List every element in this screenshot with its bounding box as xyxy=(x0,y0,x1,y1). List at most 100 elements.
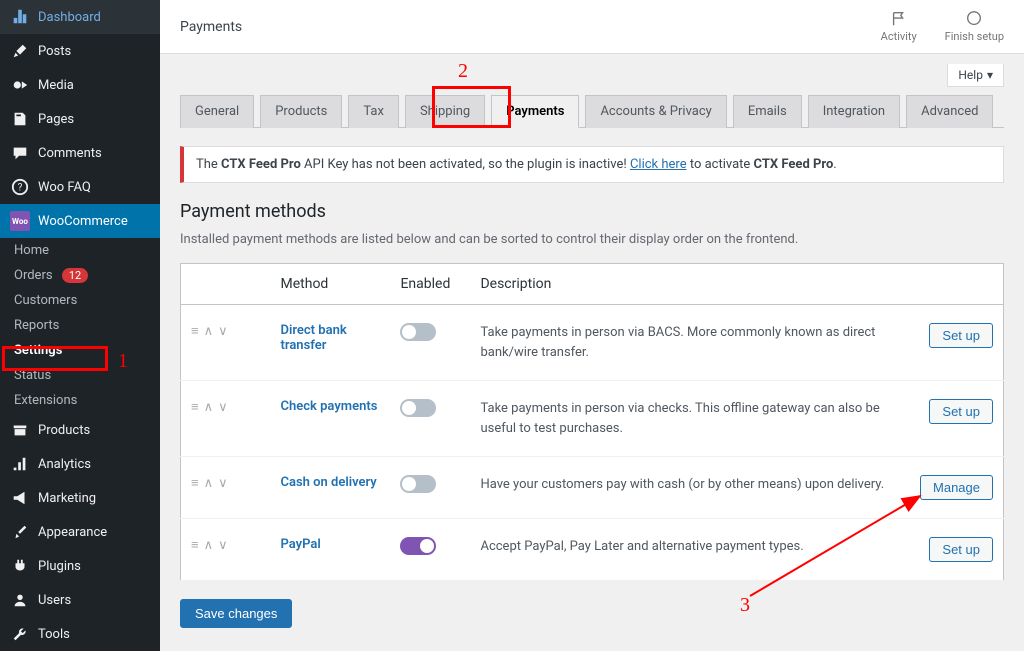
sidebar-item-woocommerce[interactable]: Woo WooCommerce xyxy=(0,204,160,238)
method-description: Take payments in person via checks. This… xyxy=(470,381,910,457)
tab-accounts[interactable]: Accounts & Privacy xyxy=(585,95,726,128)
section-desc: Installed payment methods are listed bel… xyxy=(180,232,1004,247)
settings-tabs: General Products Tax Shipping Payments A… xyxy=(180,95,1004,128)
sidebar-sub-label: Orders xyxy=(14,268,53,283)
enabled-toggle[interactable] xyxy=(400,475,436,493)
move-up-icon[interactable]: ∧ xyxy=(204,476,214,491)
sidebar-sub-reports[interactable]: Reports xyxy=(0,313,160,338)
circle-icon xyxy=(964,10,984,28)
notice-text: The xyxy=(196,157,221,172)
notice-link[interactable]: Click here xyxy=(630,157,687,172)
payment-method-link[interactable]: Check payments xyxy=(281,399,378,414)
sidebar-label: WooCommerce xyxy=(38,214,128,229)
method-description: Accept PayPal, Pay Later and alternative… xyxy=(470,519,910,581)
page-title: Payments xyxy=(180,19,242,35)
save-changes-button[interactable]: Save changes xyxy=(180,599,292,628)
method-action-button[interactable]: Set up xyxy=(929,399,993,424)
sidebar-sub-extensions[interactable]: Extensions xyxy=(0,388,160,413)
drag-handle-icon[interactable]: ≡ xyxy=(191,399,199,415)
help-label: Help xyxy=(958,68,983,82)
sidebar-item-comments[interactable]: Comments xyxy=(0,136,160,170)
table-row: ≡ ∧ ∨ Check payments Take payments in person… xyxy=(181,381,1004,457)
finish-setup-button[interactable]: Finish setup xyxy=(945,10,1004,43)
sidebar-item-media[interactable]: Media xyxy=(0,68,160,102)
notice-text: . xyxy=(833,157,836,172)
flag-icon xyxy=(889,10,909,28)
sidebar-item-products[interactable]: Products xyxy=(0,413,160,447)
move-up-icon[interactable]: ∧ xyxy=(204,324,214,339)
activation-notice: The CTX Feed Pro API Key has not been ac… xyxy=(180,146,1004,183)
sidebar-item-appearance[interactable]: Appearance xyxy=(0,515,160,549)
sidebar-item-users[interactable]: Users xyxy=(0,583,160,617)
tab-general[interactable]: General xyxy=(180,95,254,128)
enabled-toggle[interactable] xyxy=(400,399,436,417)
activity-label: Activity xyxy=(881,30,917,43)
page-icon xyxy=(10,109,30,129)
notice-text: API Key has not been activated, so the p… xyxy=(301,157,630,172)
tab-advanced[interactable]: Advanced xyxy=(906,95,993,128)
sidebar-label: Products xyxy=(38,423,90,438)
sidebar-item-woofaq[interactable]: ? Woo FAQ xyxy=(0,170,160,204)
table-row: ≡ ∧ ∨ Direct bank transfer Take payments in … xyxy=(181,305,1004,381)
dashboard-icon xyxy=(10,7,30,27)
method-action-button[interactable]: Manage xyxy=(920,475,993,500)
sidebar-item-plugins[interactable]: Plugins xyxy=(0,549,160,583)
payment-method-link[interactable]: Cash on delivery xyxy=(281,475,377,490)
sidebar-label: Users xyxy=(38,593,71,608)
sidebar-sub-status[interactable]: Status xyxy=(0,363,160,388)
payment-method-link[interactable]: Direct bank transfer xyxy=(281,323,347,353)
tab-shipping[interactable]: Shipping xyxy=(405,95,485,128)
col-method: Method xyxy=(271,264,391,305)
wrench-icon xyxy=(10,624,30,644)
sidebar-sub-home[interactable]: Home xyxy=(0,238,160,263)
activity-button[interactable]: Activity xyxy=(881,10,917,43)
sidebar-item-analytics[interactable]: Analytics xyxy=(0,447,160,481)
sidebar-label: Analytics xyxy=(38,457,91,472)
col-description: Description xyxy=(470,264,910,305)
move-up-icon[interactable]: ∧ xyxy=(204,538,214,553)
drag-handle-icon[interactable]: ≡ xyxy=(191,537,199,553)
sidebar-item-tools[interactable]: Tools xyxy=(0,617,160,651)
move-down-icon[interactable]: ∨ xyxy=(218,538,228,553)
sidebar-item-marketing[interactable]: Marketing xyxy=(0,481,160,515)
orders-badge: 12 xyxy=(62,268,88,283)
media-icon xyxy=(10,75,30,95)
move-down-icon[interactable]: ∨ xyxy=(218,400,228,415)
move-down-icon[interactable]: ∨ xyxy=(218,476,228,491)
table-row: ≡ ∧ ∨ PayPal Accept PayPal, Pay Later and al… xyxy=(181,519,1004,581)
enabled-toggle[interactable] xyxy=(400,323,436,341)
sidebar-item-pages[interactable]: Pages xyxy=(0,102,160,136)
enabled-toggle[interactable] xyxy=(400,537,436,555)
brush-icon xyxy=(10,522,30,542)
method-action-button[interactable]: Set up xyxy=(929,537,993,562)
tab-payments[interactable]: Payments xyxy=(491,95,579,128)
megaphone-icon xyxy=(10,488,30,508)
notice-text: to activate xyxy=(687,157,754,172)
sidebar-label: Dashboard xyxy=(38,10,101,25)
tab-tax[interactable]: Tax xyxy=(348,95,399,128)
help-icon: ? xyxy=(10,177,30,197)
drag-handle-icon[interactable]: ≡ xyxy=(191,475,199,491)
sidebar-item-dashboard[interactable]: Dashboard xyxy=(0,0,160,34)
sidebar-sub-settings[interactable]: Settings xyxy=(0,338,160,363)
drag-handle-icon[interactable]: ≡ xyxy=(191,323,199,339)
table-row: ≡∧∨Cash on deliveryHave your customers p… xyxy=(181,457,1004,519)
sidebar-item-posts[interactable]: Posts xyxy=(0,34,160,68)
method-description: Take payments in person via BACS. More c… xyxy=(470,305,910,381)
annotation-3: 3 xyxy=(740,594,750,617)
admin-sidebar: Dashboard Posts Media Pages Comments ? W… xyxy=(0,0,160,651)
tab-emails[interactable]: Emails xyxy=(733,95,802,128)
payment-method-link[interactable]: PayPal xyxy=(281,537,321,552)
payment-methods-table: Method Enabled Description ≡∧∨Direct ban… xyxy=(180,263,1004,581)
tab-products[interactable]: Products xyxy=(260,95,342,128)
method-action-button[interactable]: Set up xyxy=(929,323,993,348)
sidebar-sub-orders[interactable]: Orders 12 xyxy=(0,263,160,288)
chart-icon xyxy=(10,454,30,474)
woo-icon: Woo xyxy=(10,211,30,231)
comment-icon xyxy=(10,143,30,163)
help-tab[interactable]: Help ▾ xyxy=(947,64,1004,87)
move-down-icon[interactable]: ∨ xyxy=(218,324,228,339)
sidebar-sub-customers[interactable]: Customers xyxy=(0,288,160,313)
tab-integration[interactable]: Integration xyxy=(808,95,900,128)
move-up-icon[interactable]: ∧ xyxy=(204,400,214,415)
